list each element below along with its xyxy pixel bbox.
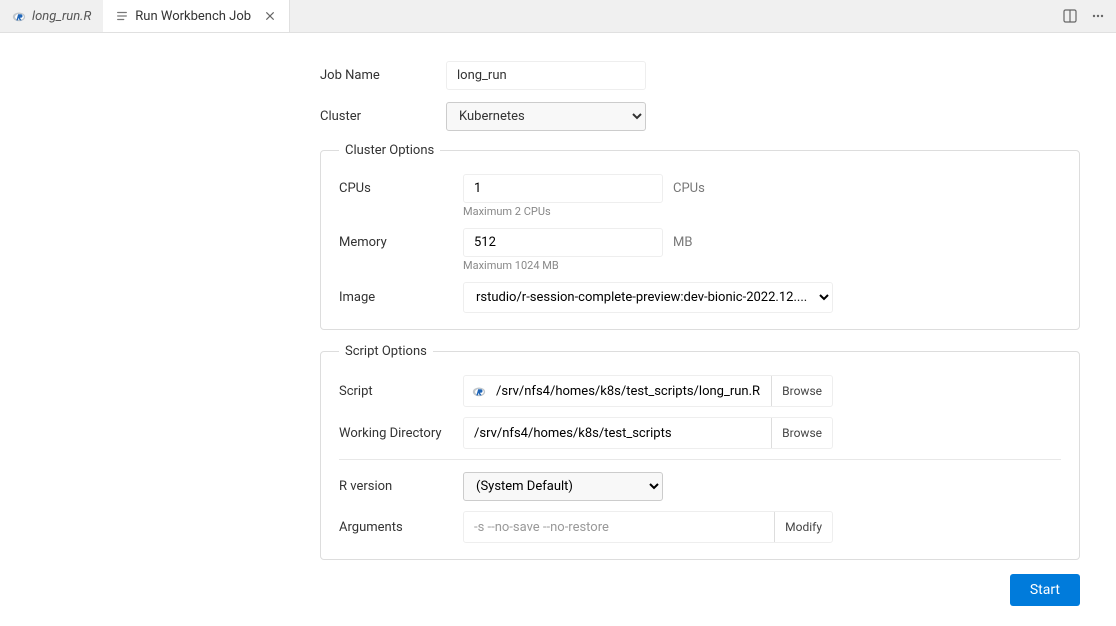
- tab-file-long-run[interactable]: long_run.R: [0, 0, 103, 32]
- row-r-version: R version (System Default): [339, 472, 1061, 501]
- r-version-label: R version: [339, 479, 463, 494]
- script-browse-button[interactable]: Browse: [771, 376, 832, 406]
- r-version-select[interactable]: (System Default): [463, 472, 663, 501]
- memory-hint: Maximum 1024 MB: [463, 259, 1061, 272]
- wd-browse-button[interactable]: Browse: [771, 418, 832, 448]
- r-script-icon: [464, 384, 490, 398]
- row-script: Script Browse: [339, 375, 1061, 407]
- row-image: Image rstudio/r-session-complete-preview…: [339, 282, 1061, 313]
- tab-run-workbench-job[interactable]: Run Workbench Job: [103, 0, 290, 32]
- cluster-select[interactable]: Kubernetes: [446, 102, 646, 131]
- cpus-unit: CPUs: [673, 181, 705, 196]
- arguments-wrap: Modify: [463, 511, 833, 543]
- form-icon: [115, 9, 129, 23]
- arguments-modify-button[interactable]: Modify: [774, 512, 832, 542]
- row-cpus: CPUs CPUs: [339, 174, 1061, 203]
- cpus-label: CPUs: [339, 181, 463, 196]
- cluster-options-legend: Cluster Options: [339, 143, 440, 158]
- script-options-legend: Script Options: [339, 344, 433, 359]
- memory-label: Memory: [339, 235, 463, 250]
- working-directory-label: Working Directory: [339, 426, 463, 441]
- footer-buttons: Start: [320, 574, 1080, 606]
- row-memory: Memory MB: [339, 228, 1061, 257]
- working-directory-input[interactable]: [464, 420, 771, 447]
- job-name-input[interactable]: [446, 61, 646, 90]
- row-working-directory: Working Directory Browse: [339, 417, 1061, 449]
- close-icon[interactable]: [263, 9, 277, 23]
- tab-bar-actions: [1060, 0, 1108, 32]
- wd-input-wrap: Browse: [463, 417, 833, 449]
- cpus-hint: Maximum 2 CPUs: [463, 205, 1061, 218]
- split-layout-icon[interactable]: [1060, 6, 1080, 26]
- script-input[interactable]: [490, 378, 771, 405]
- cpus-input[interactable]: [463, 174, 663, 203]
- arguments-label: Arguments: [339, 520, 463, 535]
- memory-unit: MB: [673, 235, 692, 250]
- row-cluster: Cluster Kubernetes: [320, 102, 1080, 131]
- arguments-input[interactable]: [464, 514, 774, 541]
- memory-input[interactable]: [463, 228, 663, 257]
- start-button[interactable]: Start: [1010, 574, 1080, 606]
- image-select[interactable]: rstudio/r-session-complete-preview:dev-b…: [463, 282, 833, 313]
- script-label: Script: [339, 384, 463, 399]
- divider: [339, 459, 1061, 460]
- tab-bar: long_run.R Run Workbench Job: [0, 0, 1116, 33]
- script-input-wrap: Browse: [463, 375, 833, 407]
- row-job-name: Job Name: [320, 61, 1080, 90]
- cluster-label: Cluster: [320, 109, 446, 124]
- tab-workbench-label: Run Workbench Job: [135, 9, 251, 24]
- row-arguments: Arguments Modify: [339, 511, 1061, 543]
- form-content: Job Name Cluster Kubernetes Cluster Opti…: [280, 33, 1116, 626]
- job-name-label: Job Name: [320, 68, 446, 83]
- tab-file-label: long_run.R: [32, 9, 91, 24]
- image-label: Image: [339, 290, 463, 305]
- r-file-icon: [12, 9, 26, 23]
- cluster-options-fieldset: Cluster Options CPUs CPUs Maximum 2 CPUs…: [320, 143, 1080, 330]
- script-options-fieldset: Script Options Script Browse Working Dir…: [320, 344, 1080, 560]
- more-icon[interactable]: [1088, 6, 1108, 26]
